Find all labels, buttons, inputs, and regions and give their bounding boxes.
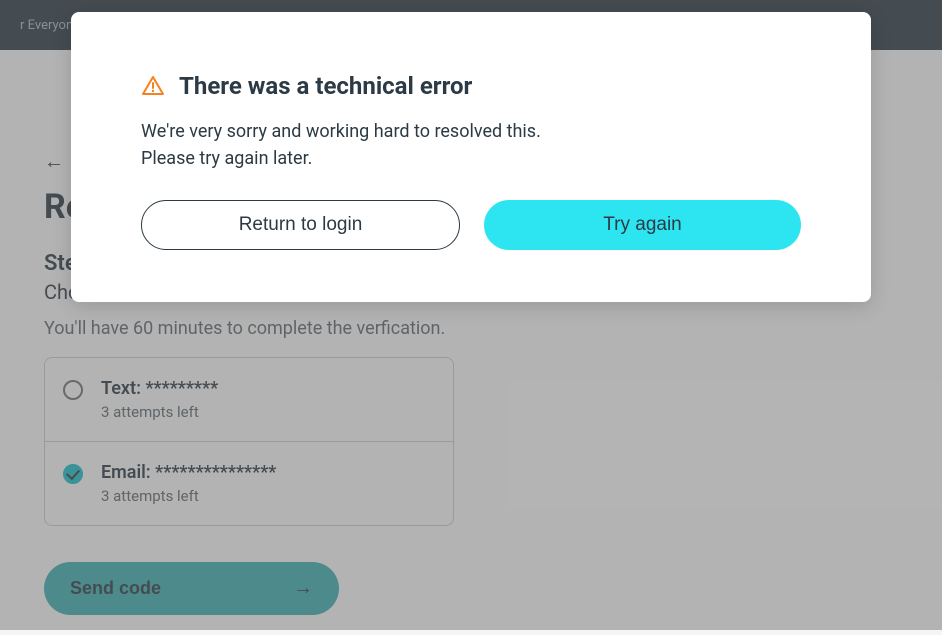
warning-icon <box>141 74 165 98</box>
option-subtitle: 3 attempts left <box>101 403 218 421</box>
modal-body-line1: We're very sorry and working hard to res… <box>141 121 541 142</box>
option-title: Text: ********* <box>101 378 218 399</box>
radio-icon <box>63 380 83 400</box>
option-title: Email: *************** <box>101 462 276 483</box>
back-arrow-icon: ← <box>44 151 64 171</box>
modal-heading: There was a technical error <box>141 72 801 100</box>
option-content: Email: *************** 3 attempts left <box>101 462 276 505</box>
arrow-right-icon: → <box>293 577 313 600</box>
return-to-login-button[interactable]: Return to login <box>141 200 460 250</box>
radio-checked-icon <box>63 464 83 484</box>
try-again-button[interactable]: Try again <box>484 200 801 250</box>
timing-note: You'll have 60 minutes to complete the v… <box>44 318 898 339</box>
modal-body: We're very sorry and working hard to res… <box>141 118 801 172</box>
option-text-sms[interactable]: Text: ********* 3 attempts left <box>45 358 453 441</box>
option-subtitle: 3 attempts left <box>101 487 276 505</box>
modal-body-line2: Please try again later. <box>141 148 312 169</box>
option-content: Text: ********* 3 attempts left <box>101 378 218 421</box>
option-email[interactable]: Email: *************** 3 attempts left <box>45 441 453 525</box>
modal-title: There was a technical error <box>179 72 472 100</box>
error-modal: There was a technical error We're very s… <box>71 12 871 302</box>
modal-actions: Return to login Try again <box>141 200 801 250</box>
verification-options: Text: ********* 3 attempts left Email: *… <box>44 357 454 526</box>
send-code-button[interactable]: Send code → <box>44 562 339 615</box>
send-code-label: Send code <box>70 578 161 599</box>
